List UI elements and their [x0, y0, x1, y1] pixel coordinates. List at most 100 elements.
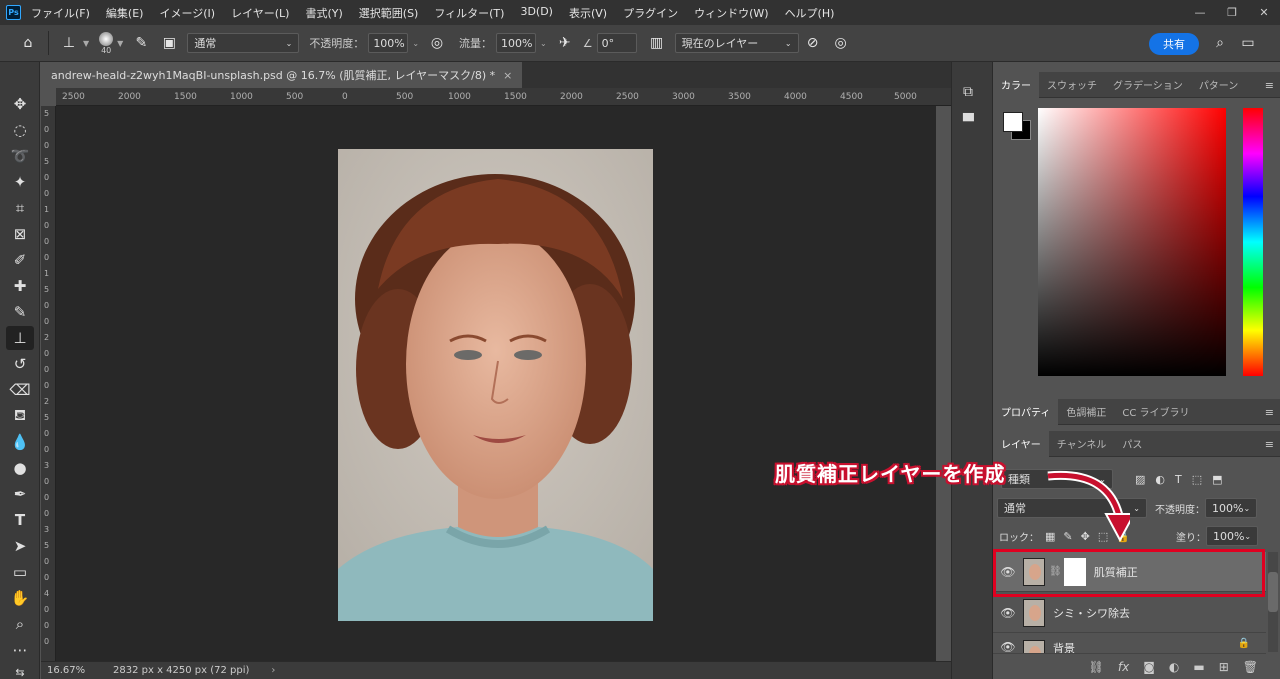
- new-layer-icon[interactable]: ⊞: [1219, 660, 1229, 674]
- ignore-adjustment-icon[interactable]: ⊘: [799, 29, 827, 57]
- chevron-down-icon[interactable]: ▼: [83, 39, 89, 48]
- path-selection-tool-icon[interactable]: ➤: [6, 534, 34, 558]
- link-layers-icon[interactable]: ⛓: [1089, 660, 1104, 674]
- clone-stamp-tool-icon[interactable]: ⊥: [6, 326, 34, 350]
- menu-file[interactable]: ファイル(F): [31, 5, 90, 21]
- frame-tool-icon[interactable]: ⊠: [6, 222, 34, 246]
- layer-row[interactable]: 👁 シミ・シワ除去: [993, 593, 1266, 633]
- swap-colors-icon[interactable]: ⇆: [6, 660, 34, 679]
- chevron-down-icon[interactable]: ▼: [117, 39, 123, 48]
- brush-settings-icon[interactable]: ✎: [127, 29, 155, 57]
- scrollbar-thumb[interactable]: [1268, 572, 1278, 612]
- filter-type-icon[interactable]: T: [1175, 473, 1182, 486]
- filter-shape-icon[interactable]: ⬚: [1192, 473, 1202, 486]
- eraser-tool-icon[interactable]: ⌫: [6, 378, 34, 402]
- workspace-icon[interactable]: ▭: [1234, 29, 1262, 57]
- pen-tool-icon[interactable]: ✒: [6, 482, 34, 506]
- layer-opacity-input[interactable]: 100% ⌄: [1205, 498, 1257, 518]
- chevron-down-icon[interactable]: ⌄: [412, 39, 419, 48]
- type-tool-icon[interactable]: T: [6, 508, 34, 532]
- tab-layers[interactable]: レイヤー: [993, 430, 1049, 457]
- restore-icon[interactable]: ❐: [1216, 0, 1248, 25]
- pressure-opacity-icon[interactable]: ◎: [423, 29, 451, 57]
- paint-bucket-tool-icon[interactable]: ⛾: [6, 404, 34, 428]
- layer-row[interactable]: 👁 背景 🔒: [993, 634, 1266, 654]
- brush-preset-picker[interactable]: 40: [99, 31, 114, 55]
- chevron-right-icon[interactable]: ›: [271, 665, 275, 676]
- layer-style-icon[interactable]: fx: [1118, 660, 1129, 674]
- opacity-input[interactable]: 100%: [368, 33, 409, 53]
- search-icon[interactable]: ⌕: [1206, 29, 1234, 57]
- menu-3d[interactable]: 3D(D): [520, 5, 553, 21]
- menu-image[interactable]: イメージ(I): [159, 5, 215, 21]
- eyedropper-tool-icon[interactable]: ✐: [6, 248, 34, 272]
- foreground-color-swatch[interactable]: [1003, 112, 1023, 132]
- adjustment-layer-icon[interactable]: ◐: [1169, 660, 1179, 674]
- brush-tool-icon[interactable]: ✎: [6, 300, 34, 324]
- filter-smart-object-icon[interactable]: ⬒: [1212, 473, 1222, 486]
- add-mask-icon[interactable]: ◙: [1143, 660, 1155, 674]
- menu-select[interactable]: 選択範囲(S): [359, 5, 419, 21]
- comments-panel-icon[interactable]: ▀: [963, 114, 974, 130]
- panel-menu-icon[interactable]: ≡: [1265, 79, 1274, 92]
- color-picker-field[interactable]: [1038, 108, 1226, 376]
- share-button[interactable]: 共有: [1149, 33, 1199, 55]
- new-group-icon[interactable]: ▬: [1193, 660, 1204, 674]
- magic-wand-tool-icon[interactable]: ✦: [6, 170, 34, 194]
- zoom-tool-icon[interactable]: ⌕: [6, 612, 34, 636]
- clone-source-icon[interactable]: ▣: [155, 29, 183, 57]
- hand-tool-icon[interactable]: ✋: [6, 586, 34, 610]
- tab-color[interactable]: カラー: [993, 71, 1039, 98]
- tab-channels[interactable]: チャンネル: [1049, 431, 1115, 457]
- hue-slider[interactable]: [1243, 108, 1263, 376]
- tab-cc-libraries[interactable]: CC ライブラリ: [1114, 399, 1197, 425]
- home-icon[interactable]: ⌂: [14, 29, 42, 57]
- menu-filter[interactable]: フィルター(T): [434, 5, 504, 21]
- flow-input[interactable]: 100%: [496, 33, 537, 53]
- filter-pixel-icon[interactable]: ▨: [1135, 473, 1145, 486]
- fill-input[interactable]: 100% ⌄: [1205, 526, 1258, 546]
- history-brush-tool-icon[interactable]: ↺: [6, 352, 34, 376]
- tab-swatches[interactable]: スウォッチ: [1039, 72, 1105, 98]
- tab-adjustments[interactable]: 色調補正: [1058, 399, 1114, 425]
- eye-icon[interactable]: 👁: [993, 606, 1023, 620]
- lasso-tool-icon[interactable]: ➰: [6, 144, 34, 168]
- filter-adjustment-icon[interactable]: ◐: [1155, 473, 1165, 486]
- layers-scrollbar[interactable]: [1268, 552, 1278, 652]
- menu-window[interactable]: ウィンドウ(W): [694, 5, 768, 21]
- more-tools-icon[interactable]: ⋯: [6, 638, 34, 662]
- menu-layer[interactable]: レイヤー(L): [231, 5, 289, 21]
- marquee-tool-icon[interactable]: ◌: [6, 118, 34, 142]
- dodge-tool-icon[interactable]: ●: [6, 456, 34, 480]
- menu-view[interactable]: 表示(V): [569, 5, 607, 21]
- tab-gradients[interactable]: グラデーション: [1105, 72, 1191, 98]
- chevron-down-icon[interactable]: ⌄: [540, 39, 547, 48]
- minimize-icon[interactable]: —: [1184, 0, 1216, 25]
- close-icon[interactable]: ×: [503, 69, 512, 82]
- delete-layer-icon[interactable]: 🗑: [1243, 660, 1258, 674]
- crop-tool-icon[interactable]: ⌗: [6, 196, 34, 220]
- eye-icon[interactable]: 👁: [993, 640, 1023, 653]
- sample-select[interactable]: 現在のレイヤー ⌄: [674, 33, 799, 53]
- tab-patterns[interactable]: パターン: [1191, 72, 1247, 98]
- close-icon[interactable]: ✕: [1248, 0, 1280, 25]
- menu-type[interactable]: 書式(Y): [305, 5, 342, 21]
- history-panel-icon[interactable]: ⧉: [963, 84, 973, 100]
- menu-help[interactable]: ヘルプ(H): [785, 5, 835, 21]
- move-tool-icon[interactable]: ✥: [6, 92, 34, 116]
- healing-brush-tool-icon[interactable]: ✚: [6, 274, 34, 298]
- mode-select[interactable]: 通常 ⌄: [187, 33, 300, 53]
- panel-menu-icon[interactable]: ≡: [1265, 438, 1274, 451]
- blur-tool-icon[interactable]: 💧: [6, 430, 34, 454]
- airbrush-icon[interactable]: ✈: [551, 29, 579, 57]
- aligned-icon[interactable]: ▥: [643, 29, 671, 57]
- rectangle-tool-icon[interactable]: ▭: [6, 560, 34, 584]
- document-photo[interactable]: [338, 149, 653, 621]
- document-tab[interactable]: andrew-heald-z2wyh1MaqBI-unsplash.psd @ …: [41, 62, 523, 88]
- clone-stamp-tool-icon[interactable]: ⊥: [55, 29, 83, 57]
- pressure-size-icon[interactable]: ◎: [827, 29, 855, 57]
- angle-input[interactable]: 0°: [596, 33, 637, 53]
- panel-menu-icon[interactable]: ≡: [1265, 406, 1274, 419]
- menu-edit[interactable]: 編集(E): [106, 5, 144, 21]
- zoom-level[interactable]: 16.67%: [47, 665, 107, 676]
